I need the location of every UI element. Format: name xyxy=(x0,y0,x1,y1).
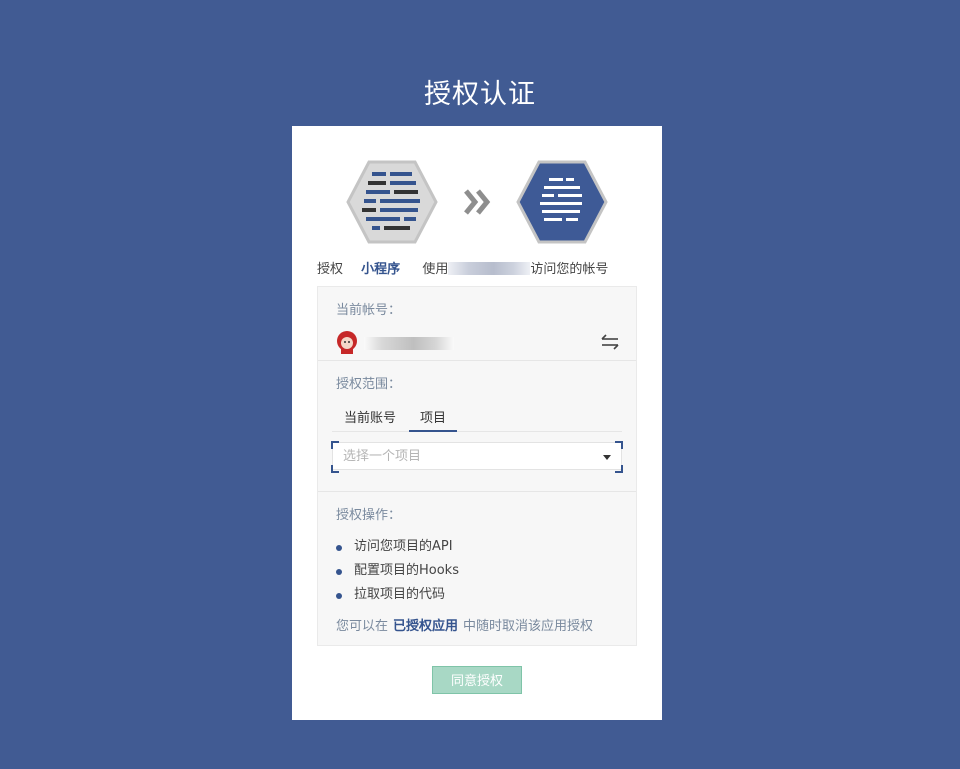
authorized-apps-link[interactable]: 已授权应用 xyxy=(393,619,458,634)
caret-down-icon xyxy=(603,455,611,460)
note-before: 您可以在 xyxy=(336,619,389,634)
mini-program-hex-icon xyxy=(346,160,438,244)
switch-account-icon[interactable] xyxy=(600,333,620,351)
scope-tabs: 当前账号 项目 xyxy=(332,403,622,432)
operation-text: 访问您项目的API xyxy=(354,539,453,554)
list-item: 拉取项目的代码 xyxy=(336,583,626,607)
tab-current-account[interactable]: 当前账号 xyxy=(342,407,398,430)
scope-label: 授权范围： xyxy=(336,377,402,392)
focus-corner xyxy=(615,441,623,449)
list-item: 配置项目的Hooks xyxy=(336,559,626,583)
note-after: 中随时取消该应用授权 xyxy=(463,619,594,634)
platform-hex-icon xyxy=(516,160,608,244)
revoke-note: 您可以在 已授权应用 中随时取消该应用授权 xyxy=(336,615,593,634)
use-text: 使用 xyxy=(422,262,449,277)
current-account-label: 当前帐号： xyxy=(336,303,402,318)
divider xyxy=(318,360,636,361)
authorize-description: 授权 小程序 使用 访问您的帐号 xyxy=(317,258,647,277)
authorize-prefix: 授权 xyxy=(317,262,344,277)
double-chevron-right-icon xyxy=(464,189,491,215)
page-title: 授权认证 xyxy=(424,79,536,110)
authorize-suffix: 访问您的帐号 xyxy=(530,262,609,277)
auth-card: 授权 小程序 使用 访问您的帐号 当前帐号： 授权范围： 当前账号 项目 选择一… xyxy=(292,126,662,720)
blurred-account-name xyxy=(364,337,454,350)
blurred-platform-name xyxy=(448,262,531,275)
operations-list: 访问您项目的API 配置项目的Hooks 拉取项目的代码 xyxy=(336,535,626,607)
agree-authorize-button[interactable]: 同意授权 xyxy=(432,666,522,694)
operation-text: 配置项目的Hooks xyxy=(354,563,459,578)
authorization-panel: 当前帐号： 授权范围： 当前账号 项目 选择一个项目 授权操作： 访问您项目的A… xyxy=(317,286,637,646)
project-select[interactable]: 选择一个项目 xyxy=(331,441,623,473)
focus-corner xyxy=(331,465,339,473)
bullet-icon xyxy=(336,569,342,575)
operation-text: 拉取项目的代码 xyxy=(354,587,446,602)
focus-corner xyxy=(331,441,339,449)
app-name: 小程序 xyxy=(361,262,401,277)
divider xyxy=(318,491,636,492)
focus-corner xyxy=(615,465,623,473)
tab-project[interactable]: 项目 xyxy=(409,407,457,432)
app-logos xyxy=(292,160,662,244)
operations-label: 授权操作： xyxy=(336,508,402,523)
list-item: 访问您项目的API xyxy=(336,535,626,559)
bullet-icon xyxy=(336,545,342,551)
current-account-row xyxy=(336,327,620,357)
bullet-icon xyxy=(336,593,342,599)
project-select-placeholder[interactable]: 选择一个项目 xyxy=(332,442,622,470)
avatar-icon xyxy=(337,331,357,354)
